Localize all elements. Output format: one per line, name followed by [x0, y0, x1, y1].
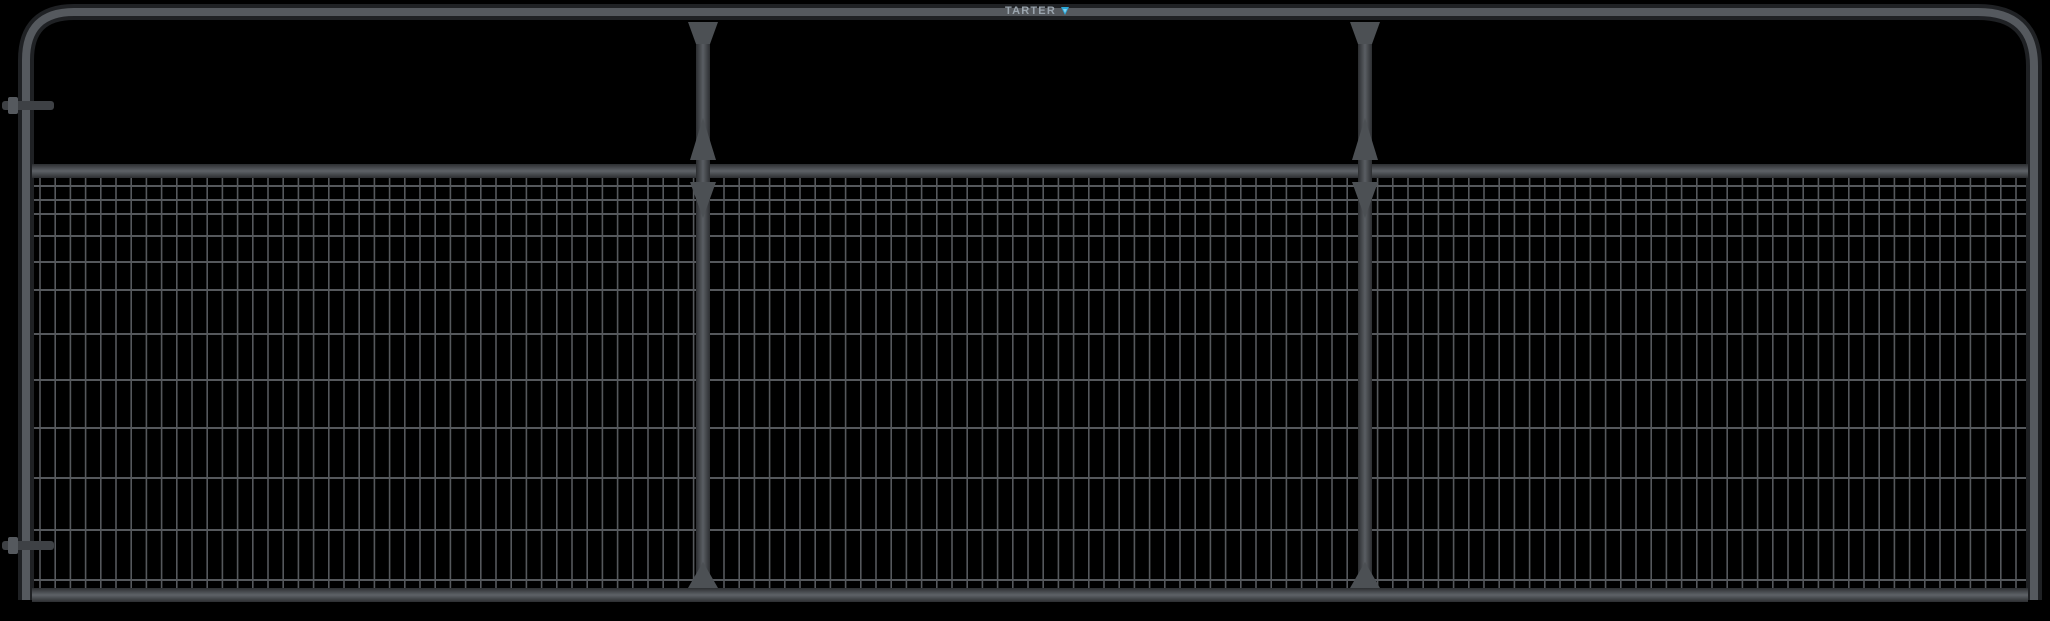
mid-rail	[32, 164, 2028, 178]
brand-name: TARTER	[1005, 5, 1056, 17]
vertical-brace-left	[688, 22, 718, 588]
wire-mesh-panel	[34, 178, 2026, 588]
vertical-brace-right	[1350, 22, 1380, 588]
tarter-logo-mark-icon	[1061, 7, 1069, 15]
gate-product-image: TARTER	[0, 0, 2050, 621]
bottom-rail	[32, 588, 2028, 602]
brand-logo: TARTER	[1005, 4, 1070, 18]
tube-gate	[2, 4, 2042, 602]
top-rail-frame-highlight	[22, 8, 2038, 600]
top-rail-frame	[18, 4, 2042, 600]
